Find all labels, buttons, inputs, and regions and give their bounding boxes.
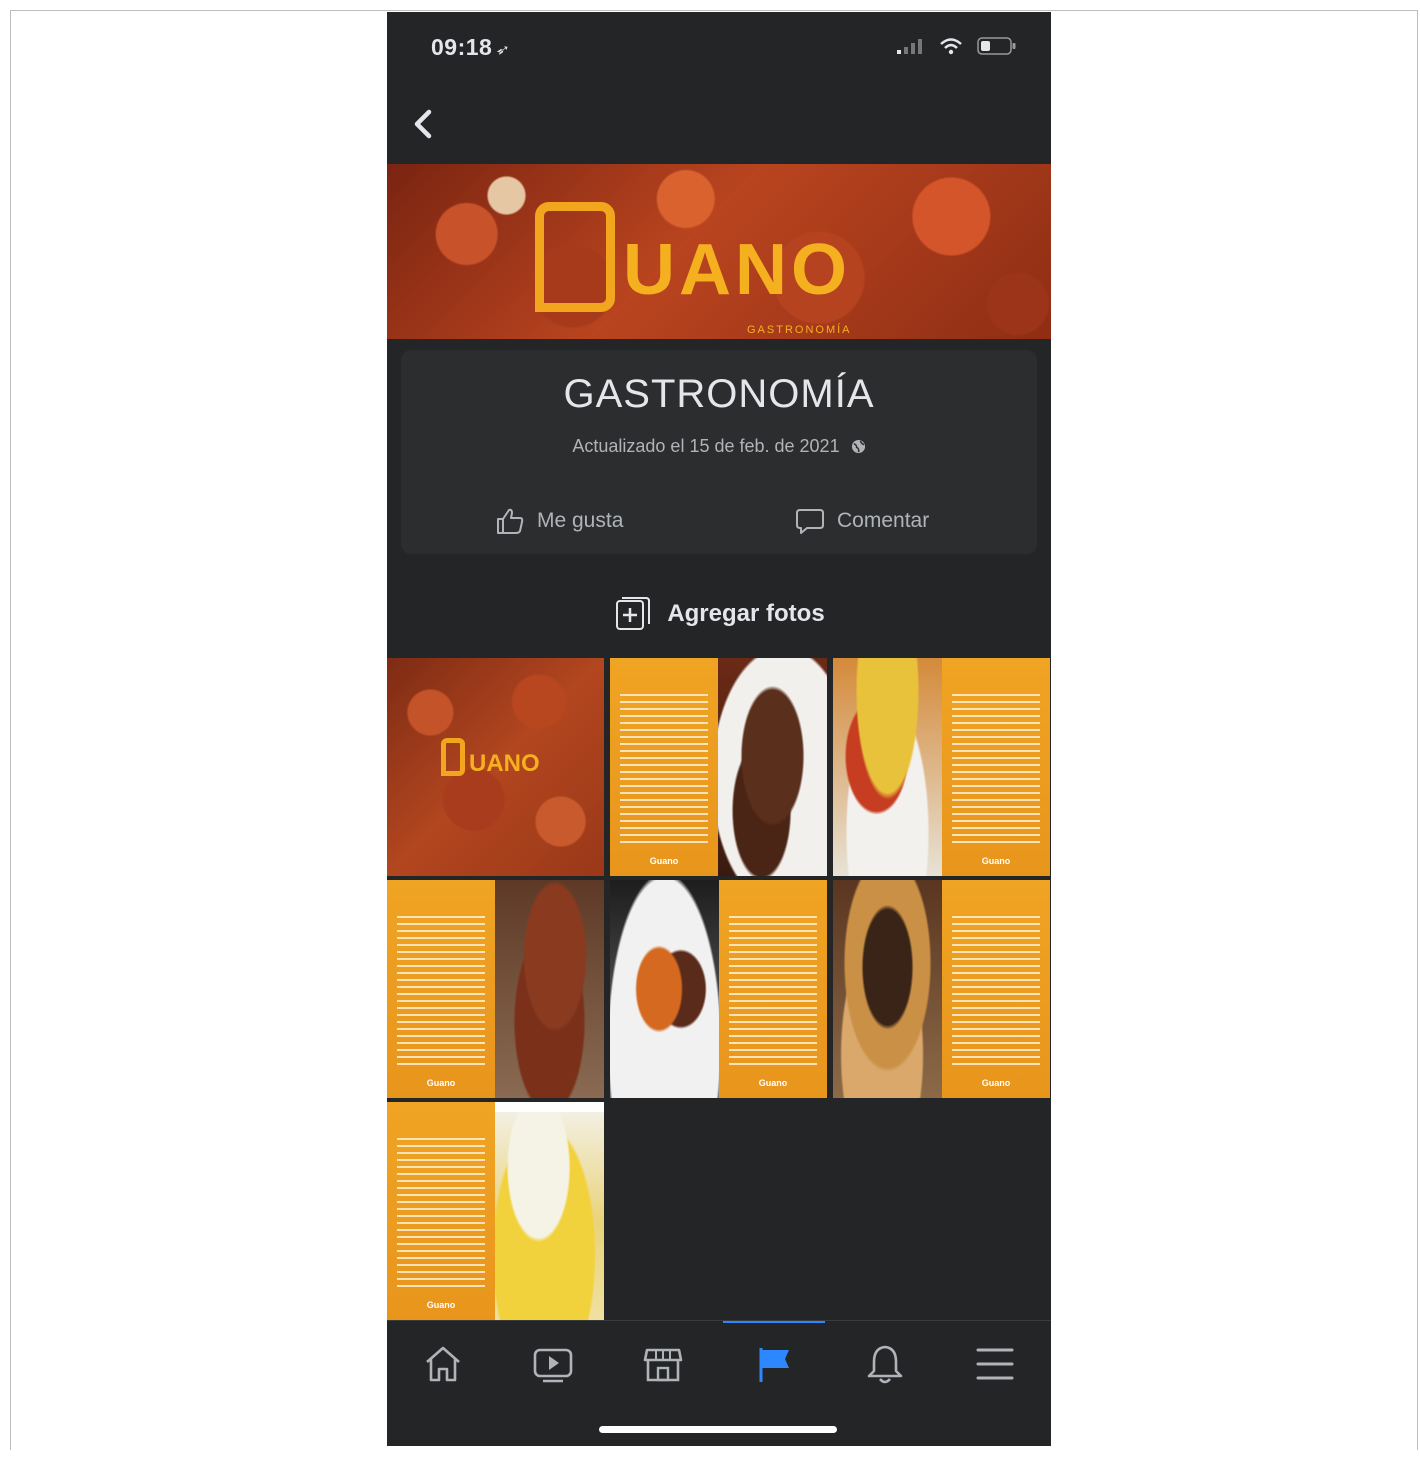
pages-flag-icon: [759, 1348, 789, 1382]
album-cover-photo[interactable]: UANO GASTRONOMÍA: [387, 164, 1051, 339]
brand-logo-text: UANO: [623, 230, 851, 310]
home-indicator[interactable]: [599, 1426, 837, 1433]
like-label: Me gusta: [537, 509, 624, 532]
tile-brand: Guano: [758, 1078, 788, 1088]
tile-text-panel: Guano: [610, 658, 718, 876]
status-time: 09:18 ➶: [431, 34, 512, 61]
tab-menu[interactable]: [965, 1339, 1025, 1389]
brand-logo-mark: [535, 202, 615, 312]
tile-text-lines: [952, 694, 1040, 844]
tile-logo-mark: [441, 738, 465, 776]
marketplace-icon: [643, 1348, 683, 1382]
back-button[interactable]: [407, 104, 443, 144]
tile-brand: Guano: [649, 856, 679, 866]
tile-text-panel: Guano: [387, 1102, 495, 1320]
add-photos-button[interactable]: Agregar fotos: [387, 592, 1051, 636]
tile-brand: Guano: [426, 1300, 456, 1310]
photo-tile-5[interactable]: Guano: [610, 880, 827, 1098]
phone-screen: 09:18 ➶ UANO GASTRONOMÍA GASTRONOMÍA Act…: [387, 12, 1051, 1446]
tile-photo: [610, 880, 719, 1098]
notifications-bell-icon: [867, 1345, 903, 1384]
comment-button[interactable]: Comentar: [795, 506, 929, 536]
bottom-tab-bar: [387, 1320, 1051, 1411]
status-bar: 09:18 ➶: [387, 12, 1051, 82]
location-arrow-icon: ➶: [494, 40, 512, 61]
tab-marketplace[interactable]: [633, 1339, 693, 1389]
album-title: GASTRONOMÍA: [563, 372, 875, 416]
comment-label: Comentar: [837, 509, 930, 532]
tile-photo: [495, 1102, 604, 1320]
battery-icon: [977, 37, 1016, 55]
tile-text-lines: [952, 916, 1040, 1066]
like-button[interactable]: Me gusta: [495, 506, 623, 536]
tile-brand: Guano: [981, 856, 1011, 866]
tile-brand: Guano: [981, 1078, 1011, 1088]
chevron-left-icon: [414, 109, 432, 139]
frame-border-left: [10, 10, 11, 1450]
album-updated-date: Actualizado el 15 de feb. de 2021: [401, 436, 1037, 457]
tile-text-panel: Guano: [942, 880, 1050, 1098]
thumbs-up-icon: [497, 508, 524, 534]
menu-icon: [976, 1348, 1014, 1380]
tab-pages[interactable]: [745, 1339, 805, 1389]
tile-photo: [495, 880, 604, 1098]
frame-border-top: [10, 10, 1418, 11]
globe-icon: [851, 439, 865, 454]
tab-video[interactable]: [523, 1339, 583, 1389]
add-photo-icon: [616, 597, 651, 630]
brand-logo-subtitle: GASTRONOMÍA: [747, 324, 852, 336]
tile-brand: Guano: [426, 1078, 456, 1088]
tile-text-lines: [397, 916, 485, 1066]
photo-tile-4[interactable]: Guano: [387, 880, 604, 1098]
comment-bubble-icon: [796, 509, 824, 534]
photo-tile-2[interactable]: Guano: [610, 658, 827, 876]
tile-photo: [833, 880, 942, 1098]
tile-text-lines: [729, 916, 817, 1066]
tile-text-lines: [397, 1138, 485, 1288]
home-icon: [426, 1346, 460, 1382]
photo-tile-7[interactable]: Guano: [387, 1102, 604, 1320]
album-info-card: GASTRONOMÍA Actualizado el 15 de feb. de…: [401, 350, 1037, 554]
tab-home[interactable]: [413, 1339, 473, 1389]
tile-photo: [833, 658, 942, 876]
add-photos-label: Agregar fotos: [667, 600, 825, 627]
tile-text-panel: Guano: [387, 880, 495, 1098]
photo-tile-1[interactable]: UANO: [387, 658, 604, 876]
tile-logo-text: UANO: [469, 750, 540, 777]
tab-notifications[interactable]: [855, 1339, 915, 1389]
wifi-icon: [940, 38, 962, 55]
photo-tile-6[interactable]: Guano: [833, 880, 1050, 1098]
status-icons: [897, 36, 1017, 56]
tile-text-panel: Guano: [719, 880, 827, 1098]
tile-text-panel: Guano: [942, 658, 1050, 876]
tile-text-lines: [620, 694, 708, 844]
tile-photo: [718, 658, 827, 876]
photo-tile-3[interactable]: Guano: [833, 658, 1050, 876]
signal-icon: [897, 39, 922, 54]
video-icon: [533, 1348, 573, 1383]
frame-border-right: [1417, 10, 1418, 1450]
